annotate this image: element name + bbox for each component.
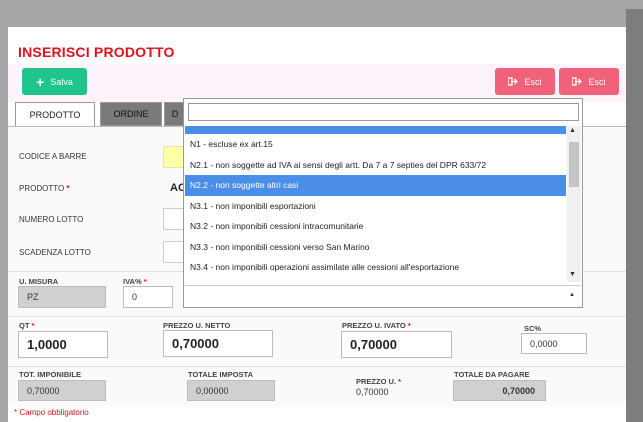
prezzo-ivato-label: PREZZO U. IVATO * (342, 321, 411, 330)
dropdown-option[interactable]: N3.2 - non imponibili cessioni intracomu… (185, 216, 566, 237)
prezzo-netto-input[interactable]: 0,70000 (163, 330, 273, 357)
scadenza-lotto-input[interactable] (163, 241, 185, 263)
umisura-field[interactable]: PZ (18, 286, 106, 308)
prezzo-ivato-input[interactable]: 0,70000 (341, 331, 452, 358)
exit-button-label: Esci (524, 76, 542, 87)
sc-input[interactable]: 0,0000 (521, 333, 587, 354)
umisura-label: U. MISURA (19, 277, 59, 286)
required-note: * Campo obbligatorio (14, 408, 89, 417)
prezzo-netto-label: PREZZO U. NETTO (163, 321, 231, 330)
dropdown-option[interactable]: N2.1 - non soggette ad IVA ai sensi degl… (185, 155, 566, 176)
tab-prodotto[interactable]: PRODOTTO (15, 102, 95, 126)
iva-input[interactable]: 0 (123, 286, 173, 308)
backdrop-left (0, 9, 8, 422)
dropdown-option[interactable]: N3.3 - non imponibili cessioni verso San… (185, 237, 566, 258)
numero-lotto-label: NUMERO LOTTO (19, 215, 84, 224)
dropdown-scrollbar[interactable]: ▲ ▼ (567, 126, 581, 282)
triangle-up-icon: ▲ (569, 292, 575, 298)
sc-label: SC% (524, 324, 542, 333)
save-button-label: Salva (50, 76, 73, 87)
window-top-bar (0, 0, 643, 9)
dropdown-textarea[interactable]: ▲ (185, 285, 581, 305)
dropdown-option[interactable]: N3.1 - non imponibili esportazioni (185, 196, 566, 217)
dropdown-search-input[interactable] (188, 103, 579, 121)
dropdown-option-highlighted[interactable]: N2.2 - non soggette altri casi (185, 175, 566, 196)
dropdown-option[interactable]: N3.4 - non imponibili operazioni assimil… (185, 257, 566, 278)
scadenza-lotto-label: SCADENZA LOTTO (19, 248, 91, 257)
totale-pagare-field: 0,70000 (453, 380, 546, 401)
exit-button-label: Esci (588, 76, 606, 87)
tot-imponibile-label: TOT. IMPONIBILE (19, 370, 81, 379)
dropdown-option-partial[interactable] (185, 126, 566, 134)
codice-barre-input[interactable] (163, 146, 185, 168)
numero-lotto-input[interactable] (163, 208, 185, 230)
exit-button-1[interactable]: Esci (495, 68, 555, 95)
totale-imposta-label: TOTALE IMPOSTA (188, 370, 253, 379)
triangle-down-icon[interactable]: ▼ (569, 271, 576, 278)
prezzo-u-label: PREZZO U. * (356, 377, 402, 386)
exit-button-2[interactable]: Esci (559, 68, 619, 95)
sign-out-icon (508, 77, 519, 86)
save-button[interactable]: + Salva (22, 68, 87, 95)
codice-barre-label: CODICE A BARRE (19, 152, 87, 161)
page-title: INSERISCI PRODOTTO (18, 44, 175, 60)
backdrop-right (626, 9, 643, 422)
totale-pagare-label: TOTALE DA PAGARE (454, 370, 530, 379)
scrollbar-thumb[interactable] (569, 142, 579, 187)
iva-nature-dropdown[interactable]: N1 - escluse ex art.15 N2.1 - non sogget… (183, 98, 583, 308)
sign-out-icon (572, 77, 583, 86)
qt-input[interactable]: 1,0000 (18, 331, 108, 358)
dropdown-options-list[interactable]: N1 - escluse ex art.15 N2.1 - non sogget… (185, 126, 566, 282)
iva-label: IVA% * (123, 277, 147, 286)
dropdown-option[interactable]: N1 - escluse ex art.15 (185, 134, 566, 155)
tot-imponibile-field: 0,70000 (18, 380, 106, 401)
prezzo-u-value: 0,70000 (356, 387, 389, 397)
prodotto-label: PRODOTTO * (19, 184, 70, 193)
totale-imposta-field: 0,00000 (187, 380, 275, 401)
tab-ordine[interactable]: ORDINE (100, 102, 162, 126)
triangle-up-icon[interactable]: ▲ (569, 127, 576, 134)
qt-label: QT * (19, 321, 35, 330)
plus-icon: + (36, 73, 45, 90)
